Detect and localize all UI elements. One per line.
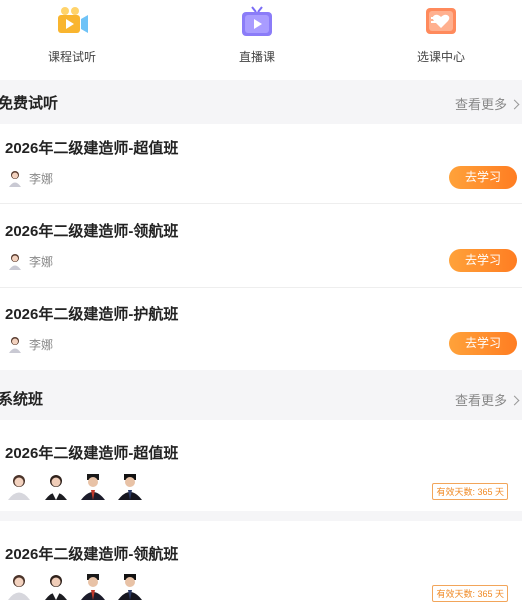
course-title: 2026年二级建造师-领航班 bbox=[5, 546, 179, 563]
course-title[interactable]: 2026年二级建造师-领航班 bbox=[5, 220, 178, 241]
start-learning-button[interactable]: 去学习 bbox=[449, 166, 517, 189]
teacher-avatar bbox=[81, 474, 105, 500]
teacher-avatar bbox=[9, 254, 21, 270]
nav-item-course-center[interactable]: 选课中心 bbox=[391, 4, 491, 65]
course-title[interactable]: 2026年二级建造师-超值班 bbox=[5, 137, 178, 158]
view-more-label: 查看更多 bbox=[454, 393, 507, 408]
teacher-avatar bbox=[118, 574, 142, 600]
system-class-header: 系统班 查看更多 bbox=[0, 378, 522, 420]
teacher-avatar bbox=[9, 171, 21, 187]
teacher-name: 李娜 bbox=[29, 337, 54, 352]
validity-badge: 有效天数: 365 天 bbox=[432, 483, 508, 500]
tv-icon bbox=[239, 4, 275, 38]
heart-box-icon bbox=[423, 4, 459, 38]
divider bbox=[0, 203, 522, 204]
teacher-avatar bbox=[45, 475, 67, 500]
teacher-info: 李娜 bbox=[7, 335, 53, 353]
teacher-avatar bbox=[45, 575, 67, 600]
course-title: 2026年二级建造师-超值班 bbox=[5, 445, 179, 462]
view-more-link[interactable]: 查看更多 bbox=[454, 390, 520, 409]
teacher-avatar bbox=[81, 574, 105, 600]
free-trial-header: 免费试听 查看更多 bbox=[0, 82, 522, 124]
view-more-label: 查看更多 bbox=[454, 97, 507, 112]
section-title: 系统班 bbox=[0, 391, 44, 408]
validity-badge: 有效天数: 365 天 bbox=[432, 585, 508, 602]
teacher-avatars bbox=[6, 472, 154, 500]
teacher-avatars bbox=[6, 572, 154, 600]
nav-item-live-course[interactable]: 直播课 bbox=[207, 4, 307, 65]
course-title[interactable]: 2026年二级建造师-护航班 bbox=[5, 303, 178, 324]
teacher-avatar bbox=[118, 474, 142, 500]
section-title: 免费试听 bbox=[0, 95, 59, 112]
system-course-card[interactable]: 2026年二级建造师-超值班 有效天数: 365 天 bbox=[0, 420, 522, 511]
teacher-name: 李娜 bbox=[29, 254, 54, 269]
system-course-card[interactable]: 2026年二级建造师-领航班 有效天数: 365 天 bbox=[0, 521, 522, 613]
view-more-link[interactable]: 查看更多 bbox=[454, 94, 520, 113]
nav-label: 课程试听 bbox=[47, 50, 96, 64]
start-learning-button[interactable]: 去学习 bbox=[449, 249, 517, 272]
teacher-avatar bbox=[8, 475, 30, 500]
video-camera-icon bbox=[54, 4, 90, 38]
chevron-right-icon bbox=[509, 99, 520, 110]
start-learning-button[interactable]: 去学习 bbox=[449, 332, 517, 355]
nav-item-course-trial[interactable]: 课程试听 bbox=[22, 4, 122, 65]
teacher-info: 李娜 bbox=[7, 252, 53, 270]
category-nav: 课程试听 直播课 选课中心 bbox=[0, 0, 522, 80]
divider bbox=[0, 287, 522, 288]
nav-label: 直播课 bbox=[238, 50, 275, 64]
teacher-avatar bbox=[8, 575, 30, 600]
nav-label: 选课中心 bbox=[416, 50, 465, 64]
teacher-info: 李娜 bbox=[7, 169, 53, 187]
chevron-right-icon bbox=[509, 395, 520, 406]
teacher-name: 李娜 bbox=[29, 171, 54, 186]
free-trial-list: 2026年二级建造师-超值班 李娜 去学习 2026年二级建造师-领航班 李娜 … bbox=[0, 124, 522, 370]
teacher-avatar bbox=[9, 337, 21, 353]
